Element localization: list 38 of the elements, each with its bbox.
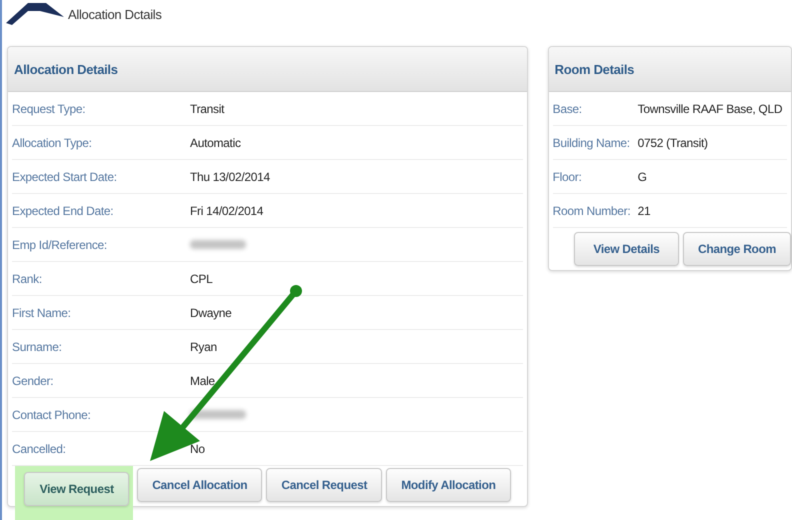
field-value: Townsville RAAF Base, QLD [638,102,782,116]
field-value: 21 [638,204,650,218]
field-label: Room Number: [552,204,632,218]
action-button[interactable]: Modify Allocation [386,468,511,502]
view-request-button[interactable]: View Request [24,472,130,506]
field-value: Thu 13/02/2014 [190,170,270,184]
field-value: No [190,442,205,456]
action-button[interactable]: Cancel Request [266,468,382,502]
field-value: Automatic [190,136,241,150]
field-value: Fri 14/02/2014 [190,204,264,218]
field-value: G [638,170,647,184]
chevron-logo-icon [6,1,66,25]
field-label: Surname: [12,340,63,354]
action-button[interactable]: Change Room [682,232,791,266]
field-value: Ryan [190,340,217,354]
panel-title: Allocation Details [14,62,118,76]
action-button[interactable]: Cancel Allocation [137,468,262,502]
field-label: Expected Start Date: [12,170,118,184]
field-value: Male [190,374,215,388]
page-title: Allocation Dctails [68,6,162,22]
field-value: Transit [190,102,224,116]
field-label: Contact Phone: [12,408,92,422]
field-label: Request Type: [12,102,86,116]
field-label: Emp Id/Reference: [12,238,108,252]
field-label: First Name: [12,306,72,320]
field-label: Cancelled: [12,442,67,456]
field-label: Base: [552,102,583,116]
field-label: Floor: [552,170,583,184]
field-value: CPL [190,272,212,286]
field-label: Gender: [12,374,54,388]
action-button[interactable]: View Details [574,232,679,266]
panel-title: Room Details [554,62,634,76]
field-label: Expected End Date: [12,204,114,218]
field-value: 0752 (Transit) [638,136,708,150]
field-label: Allocation Type: [12,136,93,150]
field-value: Dwayne [190,306,232,320]
field-label: Building Name: [552,136,631,150]
field-label: Rank: [12,272,43,286]
